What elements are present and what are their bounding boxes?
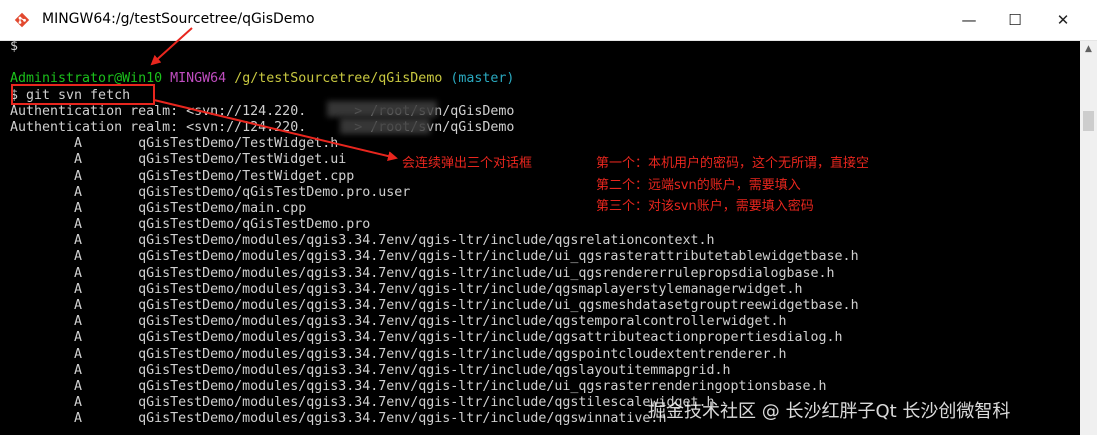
terminal-line: A qGisTestDemo/TestWidget.h bbox=[10, 136, 859, 152]
annotation-second: 第二个：远端svn的账户，需要填入 bbox=[596, 178, 801, 193]
terminal-text: $ bbox=[10, 39, 19, 54]
terminal-text: /g/testSourcetree/qGisDemo bbox=[234, 71, 443, 87]
terminal-text: A qGisTestDemo/modules/qgis3.34.7env/qgi… bbox=[10, 298, 859, 313]
scroll-thumb[interactable] bbox=[1083, 111, 1094, 131]
terminal-line: A qGisTestDemo/modules/qgis3.34.7env/qgi… bbox=[10, 249, 859, 265]
terminal-line: A qGisTestDemo/modules/qgis3.34.7env/qgi… bbox=[10, 363, 859, 379]
title-bar[interactable]: MINGW64:/g/testSourcetree/qGisDemo — ☐ ✕ bbox=[0, 0, 1097, 41]
terminal-text: A qGisTestDemo/modules/qgis3.34.7env/qgi… bbox=[10, 249, 859, 265]
terminal-text: Authentication realm: <svn://124.220. > … bbox=[10, 119, 515, 135]
annotation-dialogs: 会连续弹出三个对话框 bbox=[402, 156, 533, 171]
terminal-text: A qGisTestDemo/modules/qgis3.34.7env/qgi… bbox=[10, 395, 715, 411]
minimize-button[interactable]: — bbox=[946, 0, 992, 40]
vertical-scrollbar[interactable]: ▲ bbox=[1080, 41, 1097, 435]
terminal-line: A qGisTestDemo/modules/qgis3.34.7env/qgi… bbox=[10, 379, 859, 395]
redacted-address-mask bbox=[340, 118, 430, 134]
terminal-line: A qGisTestDemo/modules/qgis3.34.7env/qgi… bbox=[10, 233, 859, 249]
terminal-text: A qGisTestDemo/TestWidget.h bbox=[10, 136, 339, 152]
terminal-line: $ bbox=[10, 39, 859, 55]
redacted-address-mask bbox=[327, 101, 437, 117]
terminal-line: Authentication realm: <svn://124.220. > … bbox=[10, 120, 859, 136]
terminal-text: (master) bbox=[450, 71, 515, 87]
terminal-text: A qGisTestDemo/qGisTestDemo.pro.user bbox=[10, 184, 411, 200]
terminal-line: A qGisTestDemo/modules/qgis3.34.7env/qgi… bbox=[10, 330, 859, 346]
watermark: 掘金技术社区 @ 长沙红胖子Qt 长沙创微智科 bbox=[648, 401, 1011, 422]
terminal-text: Authentication realm: <svn://124.220. > … bbox=[10, 103, 515, 119]
annotation-first: 第一个：本机用户的密码，这个无所谓，直接空 bbox=[596, 156, 870, 171]
terminal-text: A qGisTestDemo/modules/qgis3.34.7env/qgi… bbox=[10, 330, 843, 346]
terminal-line: A qGisTestDemo/modules/qgis3.34.7env/qgi… bbox=[10, 298, 859, 314]
terminal-text: A qGisTestDemo/modules/qgis3.34.7env/qgi… bbox=[10, 378, 827, 394]
terminal-output[interactable]: $ Administrator@Win10 MINGW64 /g/testSour… bbox=[0, 39, 1080, 435]
terminal-line: A qGisTestDemo/modules/qgis3.34.7env/qgi… bbox=[10, 314, 859, 330]
terminal-line: A qGisTestDemo/modules/qgis3.34.7env/qgi… bbox=[10, 347, 859, 363]
terminal-line: A qGisTestDemo/modules/qgis3.34.7env/qgi… bbox=[10, 282, 859, 298]
scroll-up-arrow-icon[interactable]: ▲ bbox=[1080, 41, 1097, 58]
annotation-third: 第三个：对该svn账户，需要填入密码 bbox=[596, 199, 814, 214]
terminal-line: A qGisTestDemo/qGisTestDemo.pro bbox=[10, 217, 859, 233]
terminal-text: A qGisTestDemo/modules/qgis3.34.7env/qgi… bbox=[10, 411, 667, 427]
close-button[interactable]: ✕ bbox=[1040, 0, 1086, 40]
window-title: MINGW64:/g/testSourcetree/qGisDemo bbox=[42, 11, 315, 27]
terminal-text: A qGisTestDemo/main.cpp bbox=[10, 200, 307, 216]
terminal-text: A qGisTestDemo/qGisTestDemo.pro bbox=[10, 217, 371, 233]
terminal-text: A qGisTestDemo/modules/qgis3.34.7env/qgi… bbox=[10, 233, 715, 249]
terminal-line: A qGisTestDemo/modules/qgis3.34.7env/qgi… bbox=[10, 266, 859, 282]
git-diamond-icon bbox=[14, 12, 30, 28]
terminal-text: A qGisTestDemo/TestWidget.ui bbox=[10, 152, 347, 168]
command-highlight-box bbox=[11, 84, 155, 105]
terminal-window: MINGW64:/g/testSourcetree/qGisDemo — ☐ ✕… bbox=[0, 0, 1097, 435]
terminal-text: A qGisTestDemo/TestWidget.cpp bbox=[10, 168, 355, 184]
terminal-text: A qGisTestDemo/modules/qgis3.34.7env/qgi… bbox=[10, 265, 835, 281]
terminal-text: A qGisTestDemo/modules/qgis3.34.7env/qgi… bbox=[10, 346, 787, 362]
terminal-text: MINGW64 bbox=[170, 71, 227, 87]
maximize-button[interactable]: ☐ bbox=[992, 0, 1038, 40]
terminal-text: A qGisTestDemo/modules/qgis3.34.7env/qgi… bbox=[10, 362, 731, 378]
terminal-text: A qGisTestDemo/modules/qgis3.34.7env/qgi… bbox=[10, 281, 803, 297]
terminal-text: A qGisTestDemo/modules/qgis3.34.7env/qgi… bbox=[10, 314, 787, 330]
